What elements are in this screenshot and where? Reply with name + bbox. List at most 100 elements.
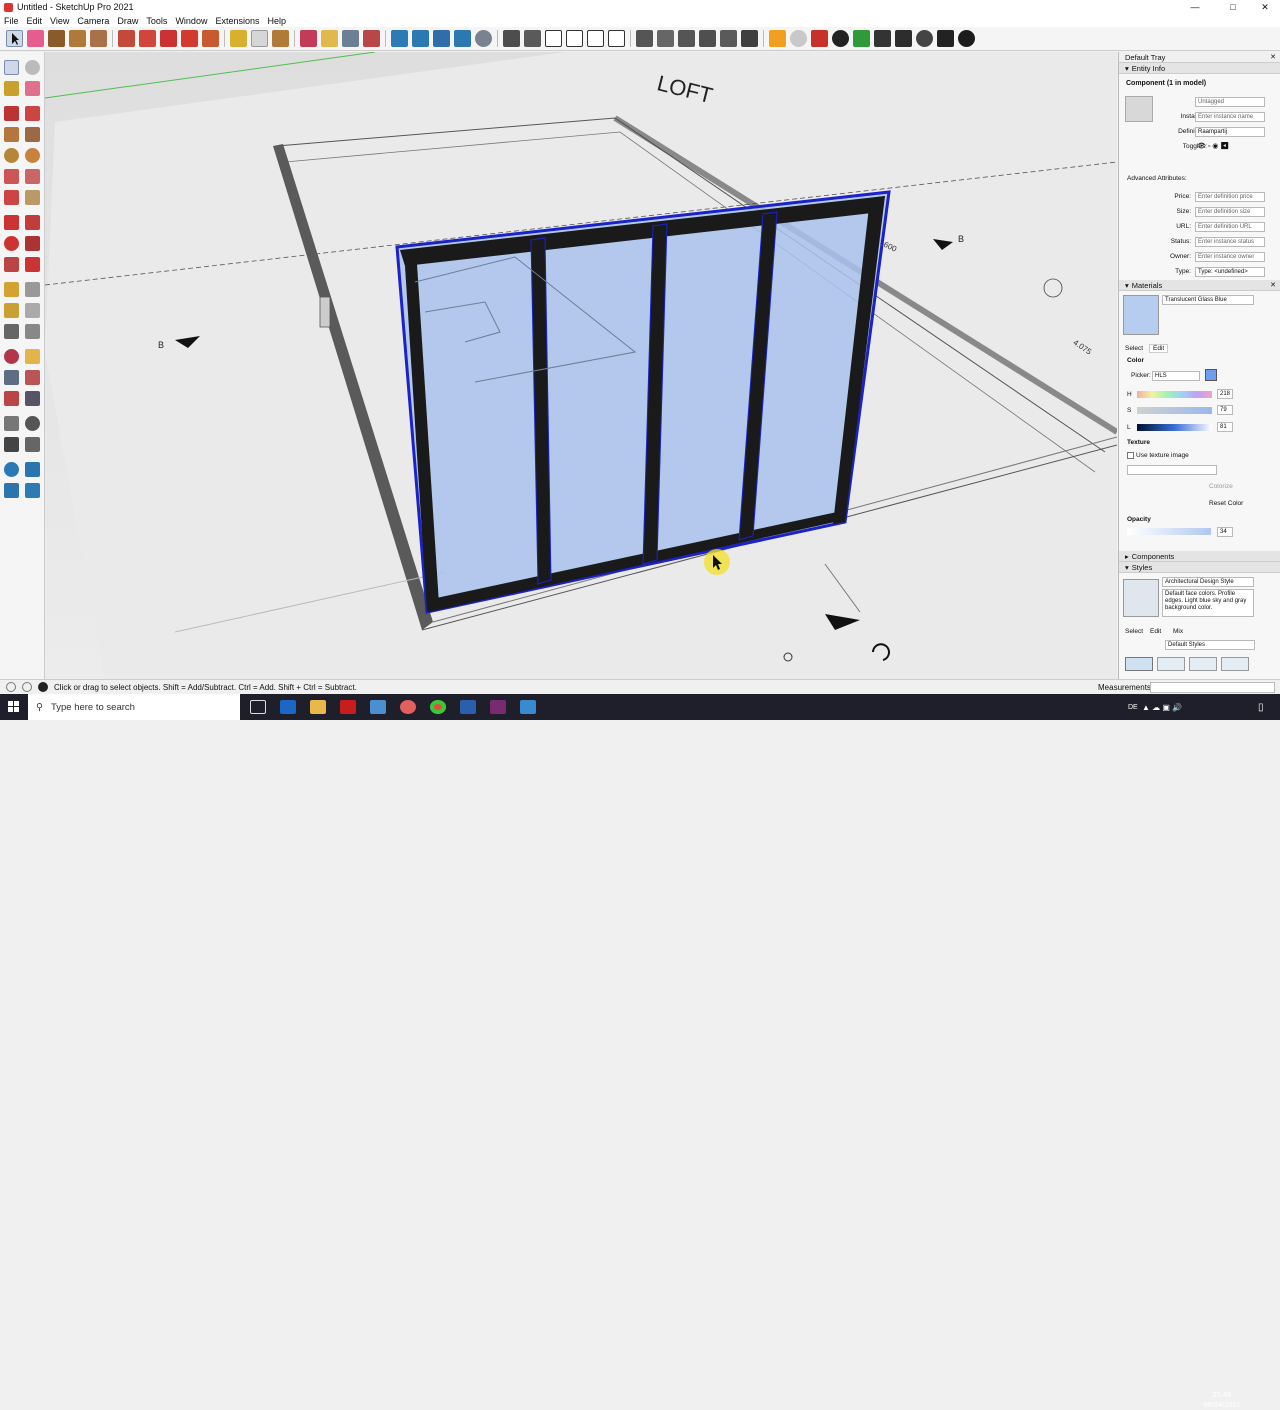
- paint-bucket-icon[interactable]: [272, 30, 289, 47]
- circle-tool-icon[interactable]: [4, 148, 19, 163]
- file-explorer-icon[interactable]: [310, 700, 326, 714]
- scenes-icon[interactable]: [475, 30, 492, 47]
- share-model-icon[interactable]: [433, 30, 450, 47]
- close-window-button[interactable]: ✕: [1248, 0, 1280, 14]
- push-pull-icon[interactable]: [25, 215, 40, 230]
- axes-tool-icon[interactable]: [4, 324, 19, 339]
- model-canvas[interactable]: LOFT B B 4.600 4.075: [45, 52, 1117, 679]
- menu-file[interactable]: File: [0, 16, 23, 26]
- style-collection-select[interactable]: Default Styles: [1165, 640, 1255, 650]
- section-display-icon[interactable]: [25, 437, 40, 452]
- style-name-input[interactable]: Architectural Design Style: [1162, 577, 1254, 587]
- hue-slider[interactable]: [1137, 391, 1212, 398]
- style-swatch-2[interactable]: [1157, 657, 1185, 671]
- follow-me-icon[interactable]: [25, 236, 40, 251]
- menu-camera[interactable]: Camera: [73, 16, 113, 26]
- menu-help[interactable]: Help: [263, 16, 290, 26]
- texture-path-input[interactable]: [1127, 465, 1217, 475]
- size-input[interactable]: Enter definition size: [1195, 207, 1265, 217]
- tab-select[interactable]: Select: [1125, 345, 1143, 352]
- line-tool-icon[interactable]: [48, 30, 65, 47]
- rectangle-tool-icon[interactable]: [4, 127, 19, 142]
- app-icon-red[interactable]: [400, 700, 416, 714]
- protractor-icon[interactable]: [4, 303, 19, 318]
- styles-tab-mix[interactable]: Mix: [1173, 628, 1183, 635]
- use-texture-checkbox[interactable]: [1127, 452, 1134, 459]
- top-view-icon[interactable]: [524, 30, 541, 47]
- arc-tool-icon[interactable]: [69, 30, 86, 47]
- eraser-tool-icon[interactable]: [27, 30, 44, 47]
- clock[interactable]: 21:48 06/04/2021: [1198, 1390, 1246, 1410]
- layout-icon[interactable]: [454, 30, 471, 47]
- zoom-extents-icon[interactable]: [4, 391, 19, 406]
- section-plane-icon[interactable]: [25, 324, 40, 339]
- menu-edit[interactable]: Edit: [23, 16, 47, 26]
- shaded-style-icon[interactable]: [720, 30, 737, 47]
- gear-icon[interactable]: [916, 30, 933, 47]
- backedges-style-icon[interactable]: [657, 30, 674, 47]
- extension-warehouse-icon[interactable]: [412, 30, 429, 47]
- three-point-arc-icon[interactable]: [4, 190, 19, 205]
- chrome-icon[interactable]: [430, 700, 446, 714]
- add-location-icon[interactable]: [832, 30, 849, 47]
- type-select[interactable]: Type: <undefined>: [1195, 267, 1265, 277]
- front-view-icon[interactable]: [545, 30, 562, 47]
- app-icon-photos[interactable]: [520, 700, 536, 714]
- move-tool-icon[interactable]: [4, 215, 19, 230]
- rotate-tool-icon[interactable]: [181, 30, 198, 47]
- right-view-icon[interactable]: [566, 30, 583, 47]
- hidden-line-style-icon[interactable]: [699, 30, 716, 47]
- offset-tool-icon[interactable]: [139, 30, 156, 47]
- materials-close-icon[interactable]: ✕: [1270, 281, 1276, 289]
- text-tool-icon[interactable]: [25, 303, 40, 318]
- url-input[interactable]: Enter definition URL: [1195, 222, 1265, 232]
- language-indicator-icon[interactable]: DE: [1128, 704, 1138, 711]
- toggle-icons[interactable]: 👁 ▫ ◉ ◀: [1197, 142, 1247, 151]
- pan-tool-icon[interactable]: [321, 30, 338, 47]
- scale-tool-icon[interactable]: [4, 257, 19, 272]
- material-name-input[interactable]: Translucent Glass Blue: [1162, 295, 1254, 305]
- definition-input[interactable]: Raampartij: [1195, 127, 1265, 137]
- menu-view[interactable]: View: [46, 16, 73, 26]
- zoom-window-icon[interactable]: [25, 370, 40, 385]
- eraser-tool-icon[interactable]: [25, 81, 40, 96]
- pan-tool-icon[interactable]: [25, 349, 40, 364]
- instance-name-input[interactable]: Enter instance name: [1195, 112, 1265, 122]
- tray-icons[interactable]: ▲ ☁ ▣ 🔊: [1142, 703, 1182, 712]
- wireframe-style-icon[interactable]: [678, 30, 695, 47]
- cloud-upload-icon[interactable]: [895, 30, 912, 47]
- pie-tool-icon[interactable]: [25, 190, 40, 205]
- move-tool-icon[interactable]: [160, 30, 177, 47]
- select-tool-icon[interactable]: [4, 60, 19, 75]
- opacity-value-input[interactable]: 34: [1217, 527, 1233, 537]
- pencil-tool-icon[interactable]: [4, 106, 19, 121]
- l-value-input[interactable]: 81: [1217, 422, 1233, 432]
- extension-red-icon[interactable]: [811, 30, 828, 47]
- lasso-tool-icon[interactable]: [25, 60, 40, 75]
- sandbox-icon[interactable]: [853, 30, 870, 47]
- sketchup-task-icon[interactable]: [460, 700, 476, 714]
- maximize-button[interactable]: □: [1216, 0, 1250, 14]
- rotated-rectangle-icon[interactable]: [25, 127, 40, 142]
- extension-orange-icon[interactable]: [769, 30, 786, 47]
- zoom-tool-icon[interactable]: [342, 30, 359, 47]
- grid-icon[interactable]: [874, 30, 891, 47]
- monochrome-style-icon[interactable]: [741, 30, 758, 47]
- look-around-icon[interactable]: [25, 416, 40, 431]
- minimize-button[interactable]: —: [1178, 0, 1212, 14]
- select-tool-icon[interactable]: [6, 30, 23, 47]
- measurements-input[interactable]: [1150, 681, 1275, 693]
- credits-icon[interactable]: [22, 682, 32, 692]
- iso-view-icon[interactable]: [503, 30, 520, 47]
- drawing-viewport[interactable]: LOFT B B 4.600 4.075: [45, 52, 1117, 679]
- components-header[interactable]: ▸ Components: [1119, 551, 1280, 562]
- offset-tool-icon[interactable]: [25, 257, 40, 272]
- notification-icon[interactable]: ▯: [1258, 702, 1264, 713]
- price-input[interactable]: Enter definition price: [1195, 192, 1265, 202]
- xray-style-icon[interactable]: [636, 30, 653, 47]
- geo-location-icon[interactable]: [6, 682, 16, 692]
- task-view-icon[interactable]: [250, 700, 266, 714]
- dimension-tool-icon[interactable]: [25, 282, 40, 297]
- styles-tab-edit[interactable]: Edit: [1150, 628, 1161, 635]
- menu-draw[interactable]: Draw: [113, 16, 142, 26]
